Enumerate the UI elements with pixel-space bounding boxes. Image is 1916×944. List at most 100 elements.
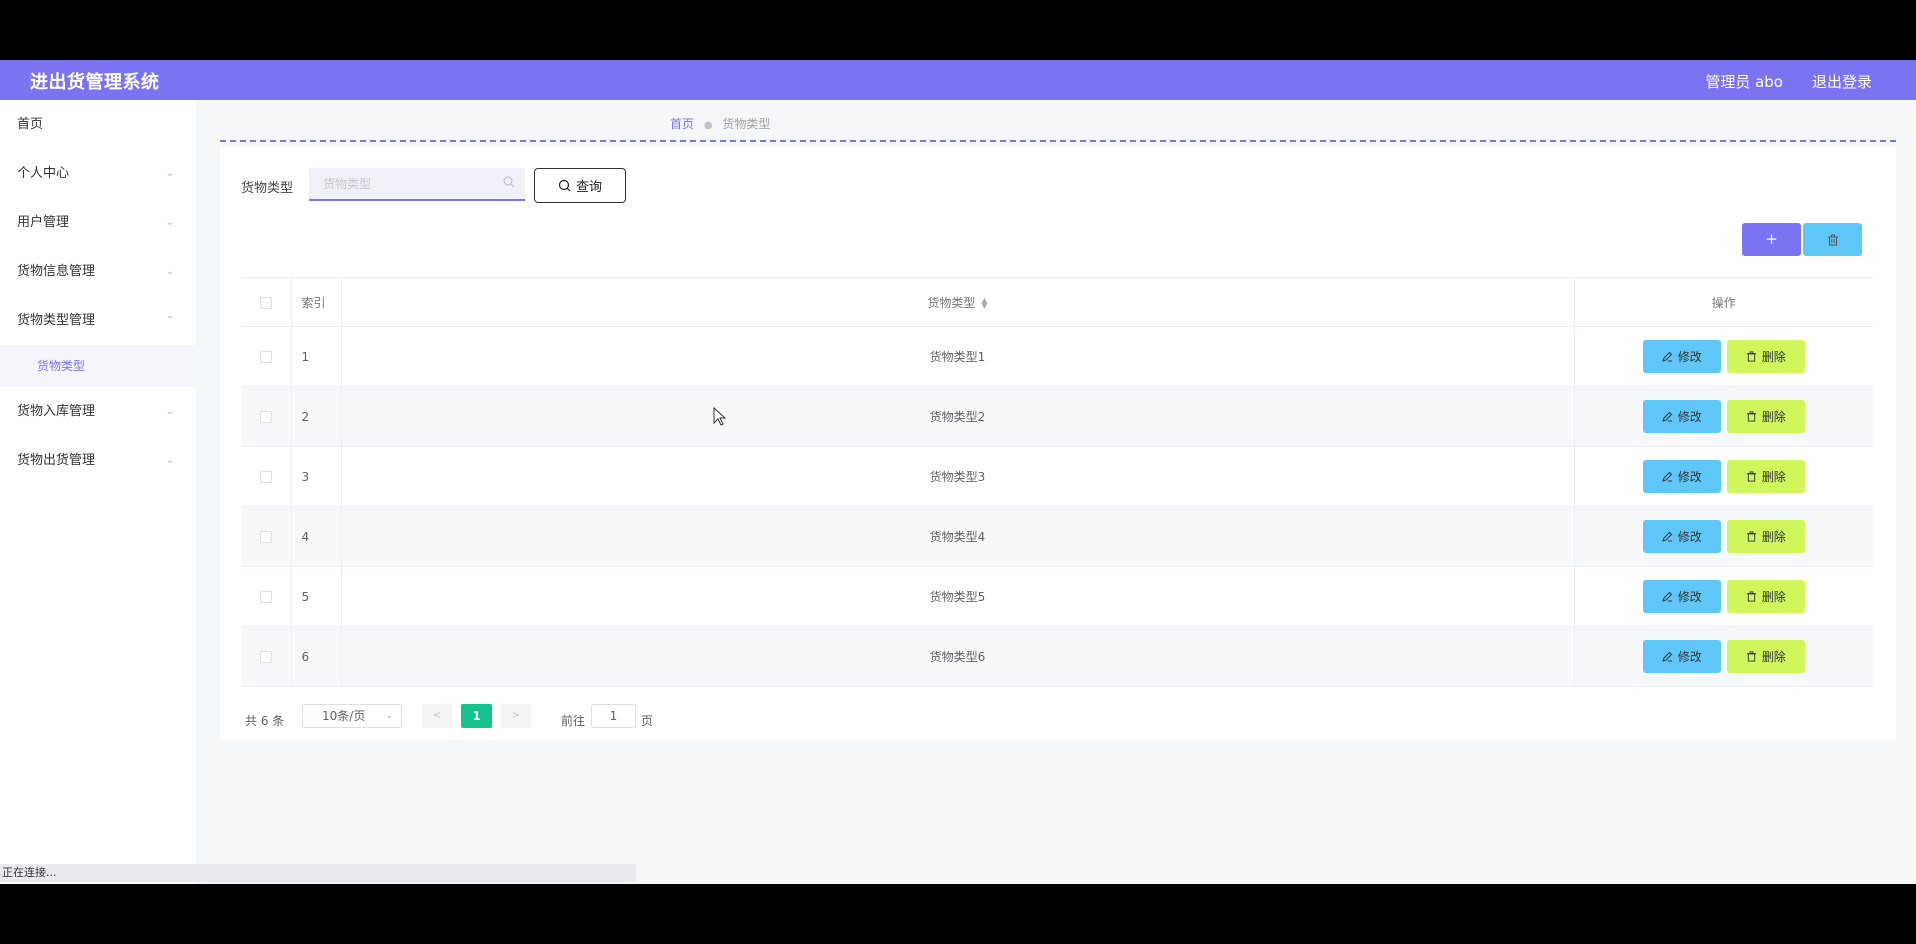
chevron-down-icon: ⌄	[165, 455, 174, 466]
row-index: 3	[291, 446, 342, 507]
table-header-row: 索引 货物类型 ▲ ▼ 操作	[241, 277, 1873, 327]
edit-button[interactable]: 修改	[1642, 400, 1721, 433]
goto-label: 前往	[561, 714, 586, 728]
row-checkbox-cell	[241, 626, 292, 687]
app-title: 进出货管理系统	[30, 72, 160, 93]
mouse-cursor-icon	[713, 407, 727, 426]
trash-icon	[1746, 651, 1756, 662]
row-goods-type: 货物类型1	[341, 326, 1575, 387]
sidebar-item-goods-outbound[interactable]: 货物出货管理 ⌄	[0, 436, 196, 485]
delete-button[interactable]: 删除	[1726, 640, 1805, 673]
row-checkbox[interactable]	[259, 411, 272, 423]
row-checkbox[interactable]	[259, 351, 272, 363]
sidebar-item-goods-info[interactable]: 货物信息管理 ⌄	[0, 247, 196, 296]
breadcrumb: 首页 ● 货物类型	[670, 115, 770, 132]
edit-button[interactable]: 修改	[1642, 580, 1721, 613]
search-input[interactable]	[309, 168, 499, 199]
row-goods-type: 货物类型3	[341, 446, 1575, 507]
add-button[interactable]: +	[1742, 223, 1801, 256]
row-index: 6	[291, 626, 342, 687]
edit-button[interactable]: 修改	[1642, 520, 1721, 553]
goto-page-input[interactable]	[591, 704, 636, 728]
row-goods-type: 货物类型5	[341, 566, 1575, 627]
top-bar: 进出货管理系统 管理员 abo 退出登录	[0, 60, 1916, 100]
delete-button-label: 删除	[1761, 650, 1786, 664]
delete-button[interactable]: 删除	[1726, 400, 1805, 433]
row-checkbox[interactable]	[259, 531, 272, 543]
page-size-value: 10条/页	[322, 709, 366, 723]
sidebar-item-goods-inbound[interactable]: 货物入库管理 ⌄	[0, 387, 196, 436]
sidebar-item-label: 个人中心	[17, 166, 70, 181]
breadcrumb-home[interactable]: 首页	[670, 117, 694, 131]
breadcrumb-divider	[220, 140, 1896, 142]
edit-button[interactable]: 修改	[1642, 460, 1721, 493]
sidebar-subitem-goods-type[interactable]: 货物类型	[0, 345, 196, 387]
edit-icon	[1661, 531, 1672, 542]
header-operations: 操作	[1574, 277, 1873, 327]
page-size-select[interactable]: 10条/页 ⌄	[302, 704, 402, 728]
trash-icon	[1827, 234, 1838, 245]
edit-button-label: 修改	[1677, 530, 1702, 544]
sidebar-item-label: 货物类型管理	[17, 313, 96, 328]
row-checkbox[interactable]	[259, 591, 272, 603]
select-all-checkbox[interactable]	[259, 296, 272, 309]
table-row: 2 货物类型2 修改 删除	[241, 386, 1873, 447]
sidebar-item-goods-type[interactable]: 货物类型管理 ⌃	[0, 296, 196, 345]
row-checkbox-cell	[241, 446, 292, 507]
chevron-down-icon: ⌄	[165, 406, 174, 417]
next-page-button[interactable]: >	[501, 704, 531, 728]
bulk-delete-button[interactable]	[1803, 223, 1862, 256]
sidebar-item-label: 货物入库管理	[17, 404, 96, 419]
sidebar-item-personal-center[interactable]: 个人中心 ⌄	[0, 149, 196, 198]
search-field	[309, 168, 525, 201]
logout-link[interactable]: 退出登录	[1812, 71, 1872, 92]
sidebar-item-user-management[interactable]: 用户管理 ⌄	[0, 198, 196, 247]
delete-button[interactable]: 删除	[1726, 460, 1805, 493]
chevron-down-icon: ⌄	[165, 217, 174, 228]
row-checkbox-cell	[241, 566, 292, 627]
page-number-button[interactable]: 1	[461, 704, 492, 728]
chevron-down-icon: ⌄	[385, 711, 393, 721]
delete-button[interactable]: 删除	[1726, 340, 1805, 373]
row-goods-type: 货物类型6	[341, 626, 1575, 687]
header-goods-type[interactable]: 货物类型 ▲ ▼	[341, 277, 1575, 327]
header-goods-type-label: 货物类型	[927, 295, 976, 310]
sidebar-item-label: 用户管理	[17, 215, 70, 230]
row-checkbox[interactable]	[259, 471, 272, 483]
goods-type-table: 索引 货物类型 ▲ ▼ 操作 1 货物类型1 修改 删除 2 货物类型2 修改 删除 3 货物类型3 修…	[241, 277, 1873, 687]
query-button[interactable]: 查询	[534, 168, 626, 203]
search-label: 货物类型	[241, 181, 294, 196]
prev-page-button[interactable]: <	[422, 704, 452, 728]
sidebar-item-label: 货物出货管理	[17, 453, 96, 468]
row-checkbox[interactable]	[259, 651, 272, 663]
edit-button-label: 修改	[1677, 590, 1702, 604]
chevron-left-icon: <	[432, 710, 442, 721]
search-icon	[503, 176, 515, 188]
delete-button-label: 删除	[1761, 530, 1786, 544]
row-operations: 修改 删除	[1574, 326, 1873, 387]
table-row: 1 货物类型1 修改 删除	[241, 326, 1873, 387]
goto-suffix: 页	[641, 714, 654, 728]
delete-button[interactable]: 删除	[1726, 580, 1805, 613]
row-index: 1	[291, 326, 342, 387]
row-operations: 修改 删除	[1574, 446, 1873, 507]
sort-icon[interactable]: ▲ ▼	[981, 297, 987, 310]
trash-icon	[1746, 411, 1756, 422]
table-body: 1 货物类型1 修改 删除 2 货物类型2 修改 删除 3 货物类型3 修改 删除 4 货物类型4 修改 删除…	[241, 326, 1873, 687]
sidebar-item-home[interactable]: 首页	[0, 100, 196, 149]
row-checkbox-cell	[241, 386, 292, 447]
table-row: 4 货物类型4 修改 删除	[241, 506, 1873, 567]
pagination-total: 共 6 条	[245, 714, 285, 728]
delete-button[interactable]: 删除	[1726, 520, 1805, 553]
app-screen: 进出货管理系统 管理员 abo 退出登录 首页 个人中心 ⌄ 用户管理 ⌄ 货物信息…	[0, 60, 1916, 884]
edit-button[interactable]: 修改	[1642, 340, 1721, 373]
status-bar: 正在连接...	[0, 864, 636, 882]
trash-icon	[1746, 531, 1756, 542]
edit-icon	[1661, 411, 1672, 422]
row-operations: 修改 删除	[1574, 506, 1873, 567]
edit-button[interactable]: 修改	[1642, 640, 1721, 673]
edit-icon	[1661, 471, 1672, 482]
header-checkbox-cell	[241, 277, 292, 327]
delete-button-label: 删除	[1761, 590, 1786, 604]
trash-icon	[1746, 591, 1756, 602]
